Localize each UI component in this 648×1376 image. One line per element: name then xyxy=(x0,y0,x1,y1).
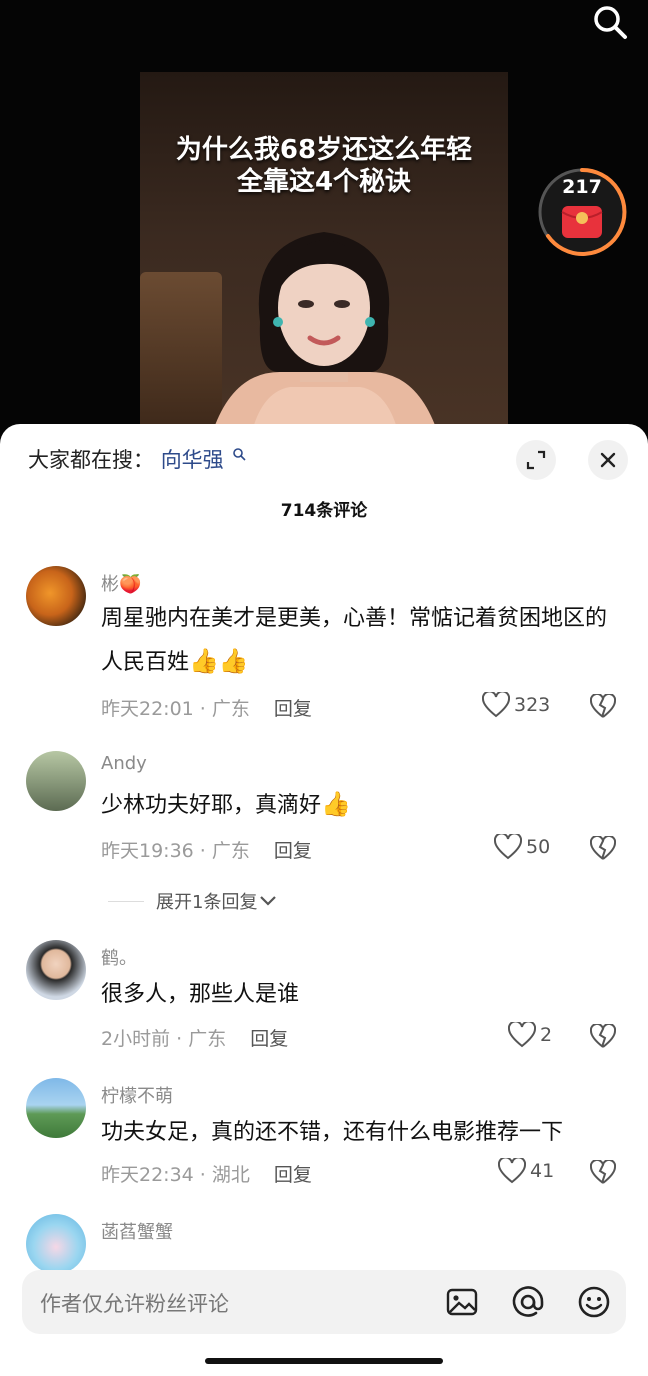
video-person-image xyxy=(210,232,440,440)
heart-icon xyxy=(508,1022,536,1048)
red-packet-count: 217 xyxy=(562,176,602,198)
close-button[interactable] xyxy=(588,440,628,480)
trending-label: 大家都在搜： xyxy=(28,448,154,472)
comment-author[interactable]: 柠檬不萌 xyxy=(101,1082,173,1108)
avatar[interactable] xyxy=(26,1078,86,1138)
comment-author[interactable]: 彬🍑 xyxy=(101,570,141,596)
broken-heart-icon[interactable] xyxy=(590,1024,616,1050)
like-button[interactable]: 50 xyxy=(494,834,550,860)
divider-line xyxy=(108,900,144,902)
like-button[interactable]: 2 xyxy=(508,1022,552,1048)
close-icon xyxy=(600,452,616,468)
reply-button[interactable]: 回复 xyxy=(274,698,312,720)
comment-location: 广东 xyxy=(211,840,250,862)
comment-location: 广东 xyxy=(188,1028,227,1050)
comment-location: 广东 xyxy=(211,698,250,720)
reply-button[interactable]: 回复 xyxy=(250,1028,288,1050)
video-caption: 为什么我68岁还这么年轻 全靠这4个秘诀 xyxy=(140,134,508,198)
comment-time: 昨天19:36 xyxy=(101,840,194,862)
trending-search[interactable]: 大家都在搜： 向华强 xyxy=(28,444,246,474)
avatar[interactable] xyxy=(26,566,86,626)
comment-time: 昨天22:01 xyxy=(101,698,194,720)
broken-heart-icon[interactable] xyxy=(590,1160,616,1186)
comment-text: 功夫女足，真的还不错，还有什么电影推荐一下 xyxy=(101,1120,564,1145)
like-button[interactable]: 41 xyxy=(498,1158,554,1184)
broken-heart-icon[interactable] xyxy=(590,694,616,720)
trending-keyword[interactable]: 向华强 xyxy=(161,448,224,472)
avatar[interactable] xyxy=(26,751,86,811)
expand-icon xyxy=(526,450,546,470)
heart-icon xyxy=(482,692,510,718)
comment-time: 昨天22:34 xyxy=(101,1164,194,1186)
broken-heart-icon[interactable] xyxy=(590,836,616,862)
comment-time: 2小时前 xyxy=(101,1028,171,1050)
comment-author[interactable]: 菡萏蟹蟹 xyxy=(101,1218,173,1244)
like-count: 41 xyxy=(530,1160,555,1182)
expand-button[interactable] xyxy=(516,440,556,480)
avatar[interactable] xyxy=(26,1214,86,1274)
search-small-icon xyxy=(233,448,246,461)
reply-button[interactable]: 回复 xyxy=(274,1164,312,1186)
red-packet-button[interactable]: 217 xyxy=(536,166,628,258)
comment-author[interactable]: 鹤。 xyxy=(101,944,137,970)
search-icon[interactable] xyxy=(590,2,630,42)
comment-meta: 昨天19:36 · 广东 回复 xyxy=(101,840,312,862)
input-placeholder: 作者仅允许粉丝评论 xyxy=(40,1292,229,1316)
comment-input[interactable]: 作者仅允许粉丝评论 xyxy=(22,1270,626,1334)
comment-meta: 昨天22:01 · 广东 回复 xyxy=(101,698,312,720)
expand-replies-label: 展开1条回复 xyxy=(156,892,258,913)
at-icon[interactable] xyxy=(510,1284,546,1320)
comment-author[interactable]: Andy xyxy=(101,753,147,774)
reply-button[interactable]: 回复 xyxy=(274,840,312,862)
comment-meta: 2小时前 · 广东 回复 xyxy=(101,1028,289,1050)
like-count: 2 xyxy=(540,1024,553,1046)
image-icon[interactable] xyxy=(444,1284,480,1320)
heart-icon xyxy=(498,1158,526,1184)
comment-body: 周星驰内在美才是更美，心善！常惦记着贫困地区的人民百姓 xyxy=(101,606,608,675)
comment-sheet: 大家都在搜： 向华强 714条评论 彬🍑 周星驰内在美才是更美，心善！常惦记着贫… xyxy=(0,424,648,1376)
comment-text: 少林功夫好耶，真滴好👍 xyxy=(101,783,621,827)
thumbs-up-emoji: 👍👍 xyxy=(189,647,249,675)
avatar[interactable] xyxy=(26,940,86,1000)
thumbs-up-emoji: 👍 xyxy=(321,790,351,818)
chevron-down-icon xyxy=(260,896,277,906)
caption-line-2: 全靠这4个秘诀 xyxy=(236,167,412,197)
emoji-icon[interactable] xyxy=(576,1284,612,1320)
comment-location: 湖北 xyxy=(211,1164,250,1186)
video-frame[interactable]: 为什么我68岁还这么年轻 全靠这4个秘诀 xyxy=(140,72,508,440)
comment-count: 714条评论 xyxy=(280,501,368,521)
video-area[interactable]: 为什么我68岁还这么年轻 全靠这4个秘诀 217 xyxy=(0,0,648,440)
comment-text: 很多人，那些人是谁 xyxy=(101,982,300,1007)
heart-icon xyxy=(494,834,522,860)
like-button[interactable]: 323 xyxy=(482,692,550,718)
home-indicator[interactable] xyxy=(205,1358,443,1364)
comment-meta: 昨天22:34 · 湖北 回复 xyxy=(101,1164,312,1186)
caption-line-1: 为什么我68岁还这么年轻 xyxy=(175,135,473,165)
comment-text: 周星驰内在美才是更美，心善！常惦记着贫困地区的人民百姓👍👍 xyxy=(101,598,621,684)
like-count: 323 xyxy=(514,694,551,716)
like-count: 50 xyxy=(526,836,551,858)
comment-body: 少林功夫好耶，真滴好 xyxy=(101,793,322,818)
expand-replies-button[interactable]: 展开1条回复 xyxy=(108,888,279,914)
